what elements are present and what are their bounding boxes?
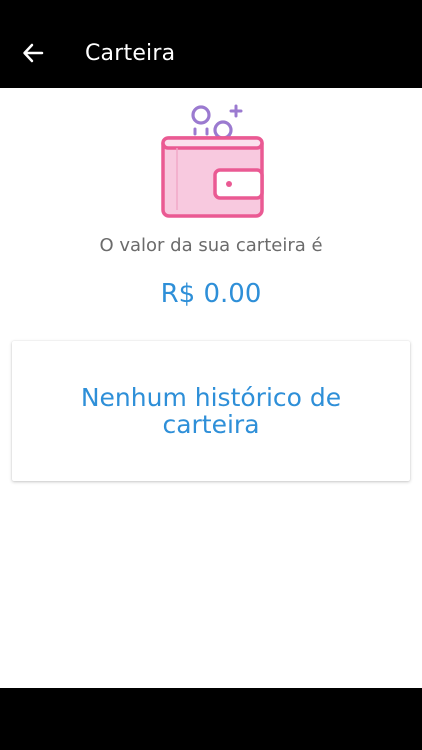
wallet-amount: R$ 0.00 [160, 279, 262, 309]
page-title: Carteira [85, 41, 176, 66]
bottom-bar [0, 688, 422, 750]
empty-history-text: Nenhum histórico de carteira [80, 383, 342, 439]
app-bar: Carteira [0, 0, 422, 88]
arrow-left-icon [22, 42, 44, 64]
back-button[interactable] [16, 36, 50, 70]
wallet-icon [155, 102, 270, 220]
wallet-caption: O valor da sua carteira é [99, 235, 323, 256]
wallet-screen: O valor da sua carteira é R$ 0.00 Nenhum… [0, 88, 422, 688]
history-card: Nenhum histórico de carteira [12, 341, 410, 481]
